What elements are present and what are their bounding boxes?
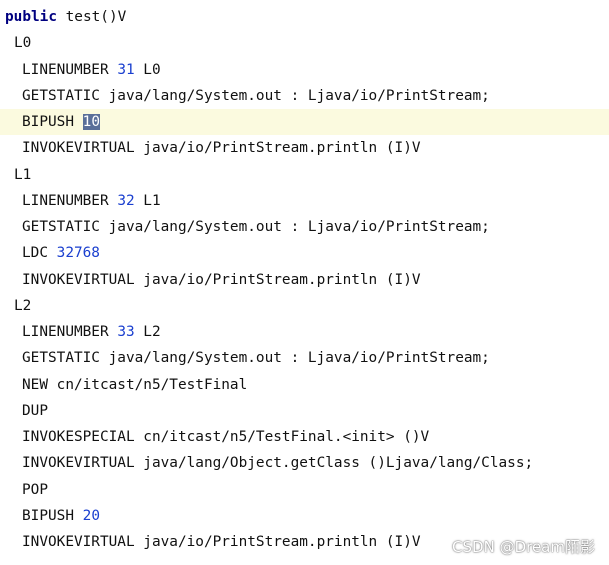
keyword-public: public — [5, 9, 57, 25]
selected-text[interactable]: 10 — [82, 114, 100, 130]
code-line: BIPUSH 20 — [22, 508, 100, 524]
code-line: LINENUMBER 31 L0 — [22, 62, 161, 78]
code-line: GETSTATIC java/lang/System.out : Ljava/i… — [22, 350, 490, 366]
code-line: LDC 32768 — [22, 245, 100, 261]
code-line: GETSTATIC java/lang/System.out : Ljava/i… — [22, 88, 490, 104]
code-line: LINENUMBER 32 L1 — [22, 193, 161, 209]
label-l2: L2 — [14, 298, 32, 314]
code-line: DUP — [22, 403, 48, 419]
label-l1: L1 — [14, 167, 32, 183]
watermark: CSDN @Dream陌影 — [452, 538, 595, 556]
label-l0: L0 — [14, 35, 32, 51]
code-line: GETSTATIC java/lang/System.out : Ljava/i… — [22, 219, 490, 235]
code-line: INVOKEVIRTUAL java/io/PrintStream.printl… — [22, 140, 421, 156]
bytecode-editor[interactable]: public test()V L0 LINENUMBER 31 L0 GETST… — [0, 0, 609, 565]
method-header: public test()V — [0, 4, 609, 30]
code-line: NEW cn/itcast/n5/TestFinal — [22, 377, 248, 393]
code-line: POP — [22, 482, 48, 498]
method-signature: test()V — [56, 9, 127, 25]
code-line: INVOKESPECIAL cn/itcast/n5/TestFinal.<in… — [22, 429, 430, 445]
code-line: INVOKEVIRTUAL java/lang/Object.getClass … — [22, 455, 534, 471]
code-line: LINENUMBER 33 L2 — [22, 324, 161, 340]
current-line: BIPUSH 10 — [0, 109, 609, 135]
code-line: INVOKEVIRTUAL java/io/PrintStream.printl… — [22, 272, 421, 288]
